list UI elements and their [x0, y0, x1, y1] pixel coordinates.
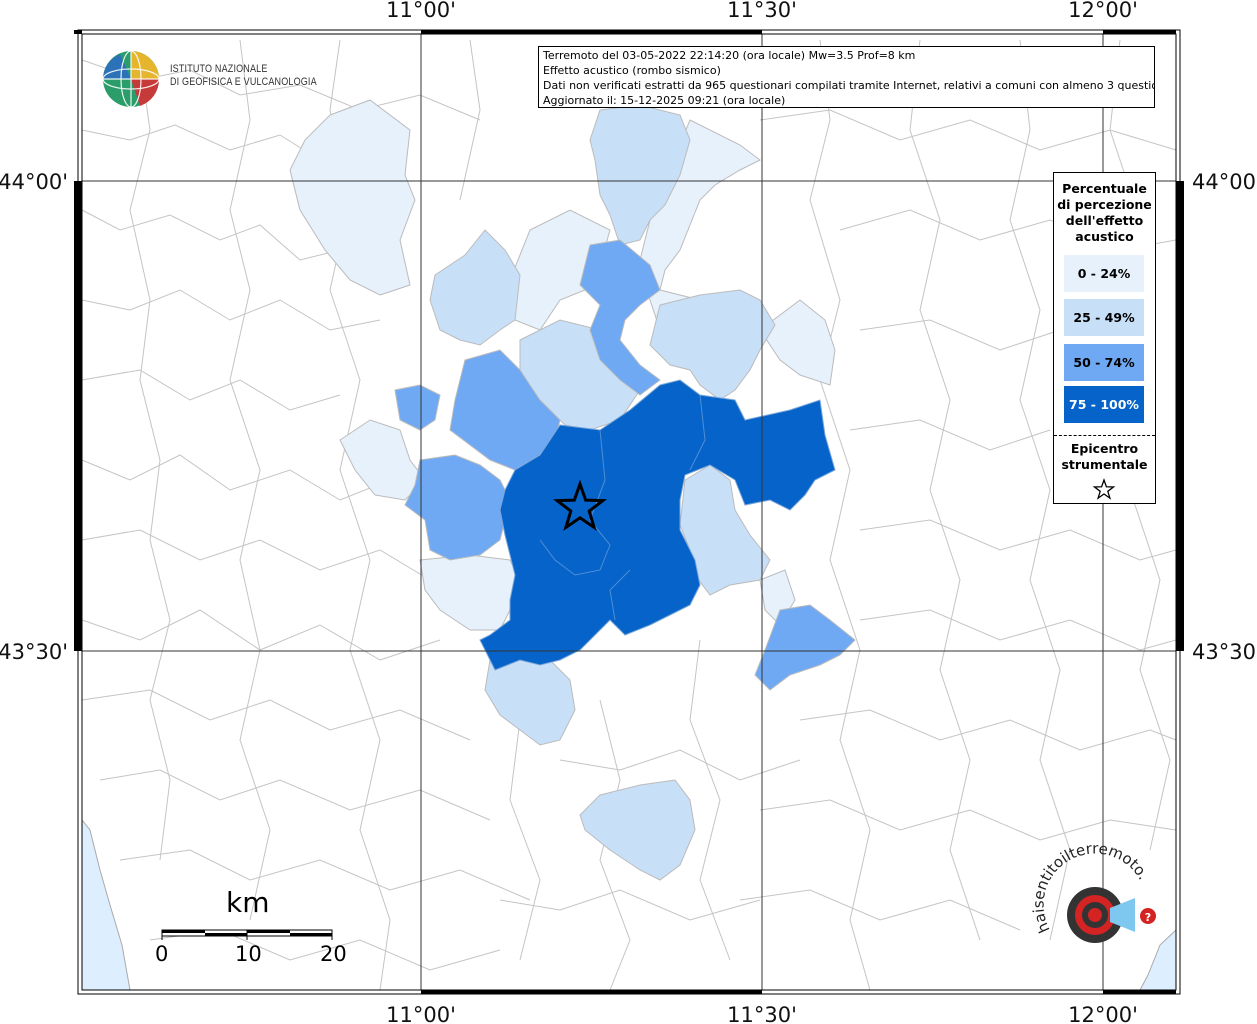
- legend-epicenter-line-2: strumentale: [1061, 457, 1148, 472]
- legend-separator: [1054, 435, 1155, 436]
- legend-title-line-3: dell'effetto: [1065, 213, 1144, 228]
- ingv-line-2: DI GEOFISICA E VULCANOLOGIA: [170, 76, 317, 88]
- lon-label-top-1: 11°00': [386, 0, 456, 22]
- legend-class-50-74: 50 - 74%: [1064, 344, 1144, 381]
- ingv-logo-text: ISTITUTO NAZIONALE DI GEOFISICA E VULCAN…: [170, 63, 317, 89]
- lon-label-top-3: 12°00': [1068, 0, 1138, 22]
- legend: Percentuale di percezione dell'effetto a…: [1053, 172, 1156, 504]
- event-info-line-2: Effetto acustico (rombo sismico): [543, 64, 721, 77]
- legend-title-line-4: acustico: [1075, 229, 1134, 244]
- lon-label-bottom-2: 11°30': [727, 1003, 797, 1024]
- scale-tick-10: 10: [235, 942, 262, 966]
- lat-label-left-1: 44°00': [0, 170, 68, 194]
- map-canvas: 11°00' 11°30' 12°00' 11°00' 11°30' 12°00…: [0, 0, 1257, 1024]
- lon-label-bottom-1: 11°00': [386, 1003, 456, 1024]
- ingv-line-1: ISTITUTO NAZIONALE: [170, 63, 268, 75]
- scale-unit-label: km: [226, 886, 270, 919]
- event-info-line-3: Dati non verificati estratti da 965 ques…: [543, 79, 1155, 92]
- legend-class-75-100: 75 - 100%: [1064, 386, 1144, 423]
- legend-class-25-49: 25 - 49%: [1064, 299, 1144, 336]
- lat-label-left-2: 43°30': [0, 640, 68, 664]
- legend-class-0-24: 0 - 24%: [1064, 255, 1144, 292]
- event-info-line-1: Terremoto del 03-05-2022 22:14:20 (ora l…: [543, 49, 916, 62]
- event-info-box: Terremoto del 03-05-2022 22:14:20 (ora l…: [538, 46, 1155, 108]
- legend-epicenter-line-1: Epicentro: [1070, 441, 1139, 456]
- scale-tick-0: 0: [155, 942, 169, 966]
- svg-text:?: ?: [1145, 911, 1151, 924]
- lat-label-right-2: 43°30': [1192, 640, 1257, 664]
- legend-title-line-1: Percentuale: [1062, 181, 1147, 196]
- legend-title-line-2: di percezione: [1057, 197, 1152, 212]
- legend-epicenter-label: Epicentro strumentale: [1054, 441, 1155, 473]
- lon-label-bottom-3: 12°00': [1068, 1003, 1138, 1024]
- scale-tick-20: 20: [320, 942, 347, 966]
- event-info-line-4: Aggiornato il: 15-12-2025 09:21 (ora loc…: [543, 94, 786, 107]
- lon-label-top-2: 11°30': [727, 0, 797, 22]
- legend-star-icon: [1092, 478, 1116, 500]
- legend-title: Percentuale di percezione dell'effetto a…: [1054, 181, 1155, 245]
- lat-label-right-1: 44°00': [1192, 170, 1257, 194]
